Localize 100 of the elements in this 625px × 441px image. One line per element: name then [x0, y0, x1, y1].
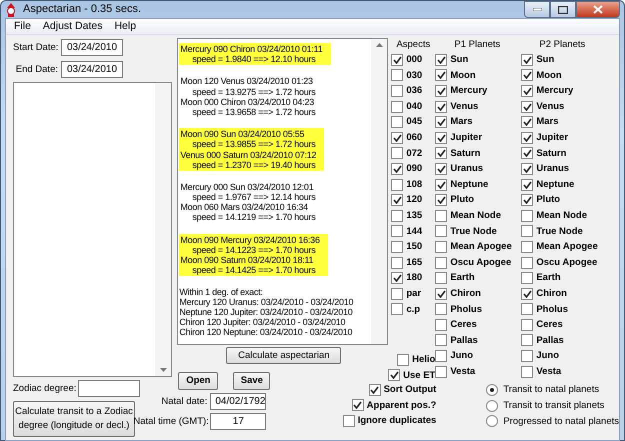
checkbox[interactable]	[435, 303, 448, 316]
checkbox[interactable]	[391, 303, 404, 316]
date-field[interactable]: 03/24/2010	[61, 39, 123, 56]
checkbox-label: Oscu Apogee	[536, 256, 598, 268]
checkbox[interactable]	[521, 116, 534, 128]
checkbox[interactable]	[521, 147, 534, 160]
checkbox[interactable]	[435, 84, 448, 97]
checkbox[interactable]	[435, 240, 448, 253]
checkbox[interactable]	[391, 256, 404, 269]
checkbox-label: Sun	[450, 54, 468, 66]
checkbox[interactable]	[391, 194, 404, 206]
checkbox[interactable]	[435, 288, 448, 300]
menu-item[interactable]: File	[8, 20, 37, 33]
checkbox[interactable]	[435, 116, 448, 128]
checkbox[interactable]	[391, 147, 404, 160]
checkbox[interactable]	[391, 178, 404, 191]
checkbox-label: Mercury	[536, 85, 574, 97]
checkbox[interactable]	[391, 116, 404, 128]
checkbox[interactable]	[352, 399, 364, 412]
checkbox[interactable]	[521, 178, 534, 191]
calculate-button[interactable]: Calculate aspectarian	[226, 347, 342, 364]
checkbox[interactable]	[521, 272, 534, 284]
checkbox[interactable]	[391, 162, 404, 175]
checkbox[interactable]	[435, 256, 448, 269]
checkbox[interactable]	[435, 318, 448, 331]
natal-time-field[interactable]: 17	[210, 413, 266, 430]
date-field[interactable]: 03/24/2010	[61, 61, 123, 78]
radio-label: Transit to natal planets	[503, 384, 600, 396]
checkbox[interactable]	[521, 194, 534, 206]
checkbox[interactable]	[521, 303, 534, 316]
checkbox-label: Saturn	[536, 148, 566, 160]
checkbox[interactable]	[521, 288, 534, 300]
checkbox[interactable]	[435, 194, 448, 206]
output-text-area[interactable]	[177, 38, 388, 345]
checkbox[interactable]	[435, 132, 448, 144]
menu-item[interactable]: Help	[108, 20, 142, 33]
checkbox[interactable]	[342, 414, 355, 427]
checkbox[interactable]	[521, 350, 534, 362]
checkbox[interactable]	[391, 100, 404, 113]
checkbox[interactable]	[521, 366, 534, 378]
checkbox-label: Jupiter	[450, 132, 482, 144]
checkbox[interactable]	[435, 162, 448, 175]
checkbox[interactable]	[391, 132, 404, 144]
checkbox[interactable]	[435, 210, 448, 222]
checkbox[interactable]	[397, 354, 410, 366]
summary-line: Chiron 120 Jupiter: 03/24/2010 - 03/24/2010	[179, 316, 346, 328]
checkbox[interactable]	[435, 100, 448, 113]
zodiac-degree-field[interactable]	[78, 380, 140, 397]
checkbox[interactable]	[521, 225, 534, 238]
checkbox[interactable]	[521, 100, 534, 113]
minimize-button[interactable]	[524, 1, 550, 18]
checkbox[interactable]	[521, 132, 534, 144]
checkbox[interactable]	[521, 318, 534, 331]
checkbox[interactable]	[435, 272, 448, 284]
checkbox[interactable]	[391, 288, 404, 300]
open-button[interactable]: Open	[178, 372, 218, 390]
checkbox[interactable]	[388, 369, 400, 382]
checkbox[interactable]	[521, 69, 534, 82]
checkbox[interactable]	[391, 240, 404, 253]
checkbox[interactable]	[435, 366, 448, 378]
checkbox[interactable]	[521, 334, 534, 346]
checkbox[interactable]	[391, 69, 404, 82]
checkbox[interactable]	[521, 162, 534, 175]
checkbox-label: 135	[406, 210, 422, 222]
date-label: Start Date:	[13, 42, 58, 54]
checkbox[interactable]	[435, 54, 448, 66]
checkbox[interactable]	[521, 210, 534, 222]
checkbox[interactable]	[521, 256, 534, 269]
natal-date-field[interactable]: 04/02/1792	[210, 393, 266, 410]
radio-button[interactable]	[486, 400, 498, 412]
checkbox[interactable]	[521, 240, 534, 253]
checkbox-label: Sun	[536, 54, 554, 66]
checkbox[interactable]	[391, 210, 404, 222]
save-button[interactable]: Save	[233, 372, 270, 390]
checkbox-label: True Node	[450, 226, 497, 238]
checkbox[interactable]	[391, 54, 404, 66]
column-heading: Aspects	[395, 39, 432, 52]
radio-label: Transit to transit planets	[503, 400, 604, 412]
checkbox-label: Vesta	[536, 366, 562, 378]
checkbox[interactable]	[521, 84, 534, 97]
checkbox[interactable]	[368, 384, 381, 396]
checkbox[interactable]	[435, 225, 448, 238]
checkbox[interactable]	[435, 350, 448, 362]
checkbox[interactable]	[391, 272, 404, 284]
checkbox[interactable]	[435, 147, 448, 160]
checkbox[interactable]	[435, 178, 448, 191]
close-button[interactable]	[576, 1, 620, 18]
checkbox[interactable]	[391, 225, 404, 238]
zodiac-transit-button[interactable]: Calculate transit to a Zodiac degree (longitude or decl.)	[13, 401, 135, 437]
checkbox[interactable]	[391, 84, 404, 97]
checkbox-label: 072	[406, 148, 422, 160]
checkbox[interactable]	[435, 69, 448, 82]
checkbox-label: Ceres	[536, 319, 563, 331]
menu-item[interactable]: Adjust Dates	[36, 20, 108, 33]
checkbox[interactable]	[521, 54, 534, 66]
radio-button[interactable]	[486, 384, 498, 396]
checkbox-label: Pholus	[450, 304, 482, 315]
radio-button[interactable]	[486, 415, 498, 428]
checkbox[interactable]	[435, 334, 448, 346]
maximize-button[interactable]	[550, 1, 576, 18]
